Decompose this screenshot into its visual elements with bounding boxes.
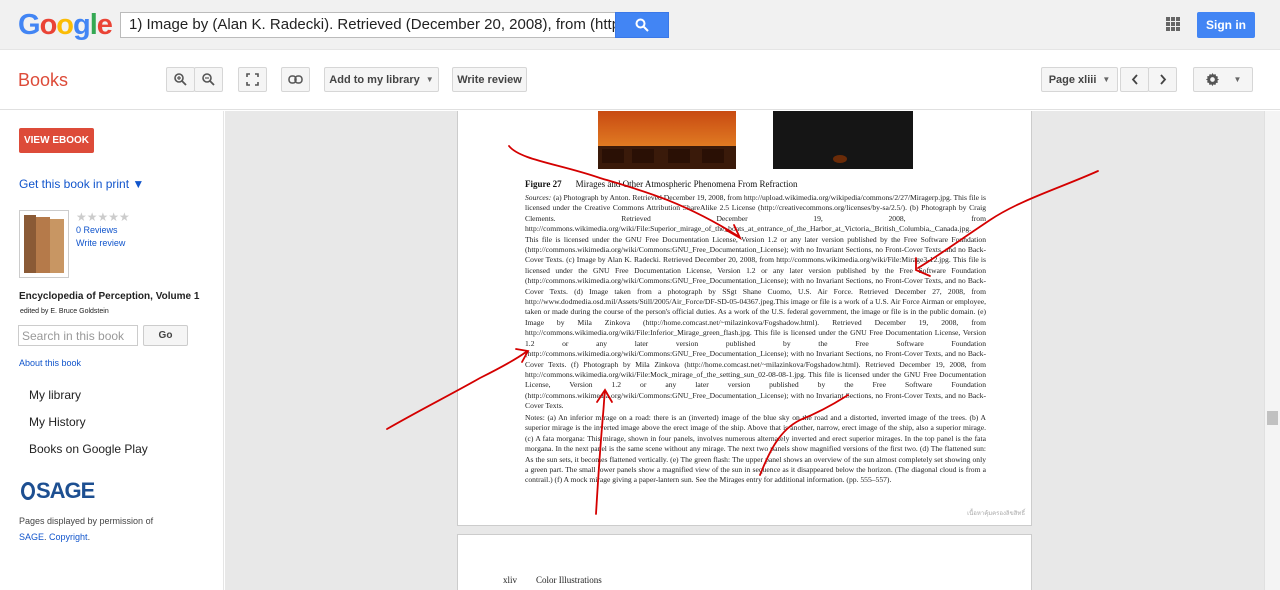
rating-stars: ★★★★★ [76, 210, 130, 224]
fullscreen-icon [246, 73, 259, 86]
reviews-link[interactable]: 0 Reviews [76, 225, 118, 235]
page-viewer[interactable]: Figure 27 Mirages and Other Atmospheric P… [225, 111, 1264, 590]
chevron-down-icon: ▼ [1233, 75, 1242, 84]
write-review-link[interactable]: Write review [76, 238, 125, 248]
page-select[interactable]: Page xliii ▼ [1041, 67, 1118, 92]
view-ebook-button[interactable]: VIEW EBOOK [19, 128, 94, 153]
my-history-link[interactable]: My History [29, 415, 86, 429]
add-to-library-button[interactable]: Add to my library ▼ [324, 67, 439, 92]
zoom-out-icon [202, 73, 215, 86]
about-book-link[interactable]: About this book [19, 358, 81, 368]
next-book-page: xliv Color Illustrations [457, 534, 1032, 590]
book-cover-thumbnail[interactable] [19, 210, 69, 278]
figure-label: Figure 27 [525, 179, 562, 189]
apps-grid-icon[interactable] [1166, 17, 1180, 31]
sign-in-button[interactable]: Sign in [1197, 12, 1255, 38]
book-title: Encyclopedia of Perception, Volume 1 [19, 291, 200, 302]
gear-icon [1205, 72, 1219, 87]
page-running-title: Color Illustrations [536, 575, 602, 585]
publisher-logo[interactable]: SAGE [21, 478, 95, 504]
publisher-link[interactable]: SAGE [19, 532, 44, 542]
chevron-right-icon [1159, 74, 1166, 85]
google-header: Google 1) Image by (Alan K. Radecki). Re… [0, 0, 1280, 50]
write-review-button[interactable]: Write review [452, 67, 527, 92]
figure-notes: Notes: (a) An inferior mirage on a road:… [525, 413, 986, 485]
go-button[interactable]: Go [143, 325, 188, 346]
prev-page-button[interactable] [1120, 67, 1149, 92]
book-editor: edited by E. Bruce Goldstein [20, 308, 109, 315]
search-icon [635, 18, 649, 32]
sources-text: (a) Photograph by Anton. Retrieved Decem… [525, 193, 986, 411]
books-on-google-play-link[interactable]: Books on Google Play [29, 442, 148, 456]
figure-caption: Mirages and Other Atmospheric Phenomena … [575, 179, 798, 189]
book-page: Figure 27 Mirages and Other Atmospheric P… [457, 111, 1032, 526]
permission-text: Pages displayed by permission of [19, 516, 154, 526]
zoom-in-button[interactable] [166, 67, 195, 92]
scrollbar-thumb[interactable] [1267, 411, 1278, 425]
chevron-down-icon: ▼ [1102, 75, 1111, 84]
zoom-out-button[interactable] [194, 67, 223, 92]
next-page-button[interactable] [1148, 67, 1177, 92]
link-button[interactable] [281, 67, 310, 92]
sage-ring-icon [21, 482, 35, 500]
search-in-book-input[interactable]: Search in this book [18, 325, 138, 346]
page-scrollbar[interactable] [1264, 111, 1280, 590]
google-logo[interactable]: Google [18, 9, 113, 42]
zoom-in-icon [174, 73, 187, 86]
figure-title: Figure 27 Mirages and Other Atmospheric P… [525, 179, 798, 189]
search-input[interactable]: 1) Image by (Alan K. Radecki). Retrieved… [120, 12, 616, 38]
page-label: Page xliii [1048, 73, 1097, 86]
chevron-left-icon [1131, 74, 1138, 85]
publisher-logo-text: SAGE [36, 478, 95, 503]
copyright-link[interactable]: Copyright [49, 532, 88, 542]
sources-label: Sources: [525, 193, 552, 202]
link-icon [288, 75, 303, 84]
settings-button[interactable]: ▼ [1193, 67, 1253, 92]
get-book-in-print-link[interactable]: Get this book in print ▼ [19, 177, 144, 191]
page-number: xliv [503, 575, 518, 585]
my-library-link[interactable]: My library [29, 388, 81, 402]
permission-note: Pages displayed by permission of SAGE. C… [19, 516, 154, 542]
chevron-down-icon: ▼ [425, 75, 434, 84]
search-button[interactable] [615, 12, 669, 38]
figure-sources: Sources: (a) Photograph by Anton. Retrie… [525, 193, 986, 412]
copyright-watermark: เนื้อหาคุ้มครองลิขสิทธิ์ [967, 511, 1025, 517]
figure-photo-d [773, 111, 913, 169]
add-to-library-label: Add to my library [329, 73, 420, 86]
books-title[interactable]: Books [18, 70, 68, 91]
fullscreen-button[interactable] [238, 67, 267, 92]
books-toolbar: Books Add to my library ▼ Write review Pa… [0, 50, 1280, 110]
book-sidebar: VIEW EBOOK Get this book in print ▼ ★★★★… [0, 111, 224, 590]
figure-photo-c [598, 111, 736, 169]
